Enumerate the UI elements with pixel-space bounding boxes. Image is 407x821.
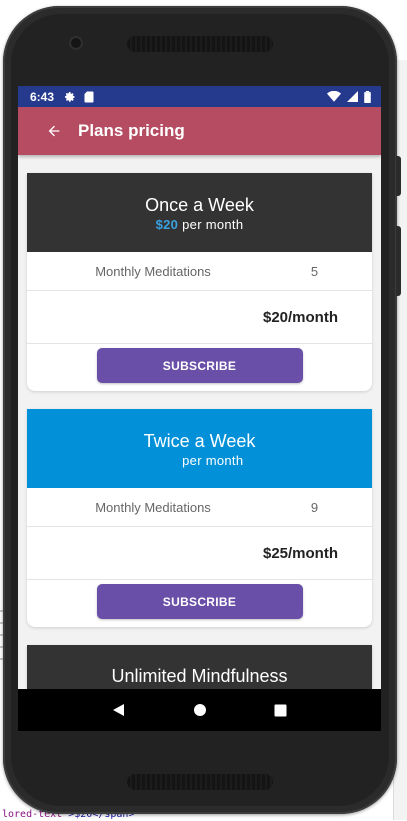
plans-list[interactable]: Once a Week $20 per month Monthly Medita… [18,155,381,689]
plan-action-row: SUBSCRIBE [27,580,372,627]
back-triangle-icon [112,704,124,716]
power-button[interactable] [396,156,401,196]
feature-value: 5 [310,263,319,279]
status-bar: 6:43 [18,86,381,107]
plan-total: $20/month [27,291,372,344]
system-nav-bar [18,689,381,731]
volume-button[interactable] [396,226,401,296]
arrow-left-icon [48,125,60,137]
plan-action-row: SUBSCRIBE [27,344,372,391]
home-circle-icon [193,704,206,716]
plan-header: Twice a Week $25 per month [27,409,372,488]
feature-value: 9 [310,499,319,515]
plan-name: Once a Week [145,194,254,215]
plan-card-twice-a-week: Twice a Week $25 per month Monthly Medit… [27,409,372,627]
bottom-speaker [127,774,273,790]
recents-square-icon [274,704,287,716]
back-button[interactable] [44,121,64,141]
page-title: Plans pricing [78,121,185,140]
signal-icon [347,91,358,102]
plan-name: Twice a Week [143,430,256,451]
plan-header: Unlimited Mindfulness [27,645,372,689]
phone-screen: 6:43 Plans pricing Once a Week $20 per m… [18,86,381,731]
nav-recents-button[interactable] [266,695,296,725]
gear-icon [65,91,75,102]
front-camera [71,38,81,48]
nav-back-button[interactable] [104,695,134,725]
subscribe-button[interactable]: SUBSCRIBE [96,348,303,383]
plan-card-once-a-week: Once a Week $20 per month Monthly Medita… [27,173,372,391]
feature-label: Monthly Meditations [95,499,211,515]
plan-price: $25 [155,452,179,468]
feature-row: Monthly Meditations 5 [27,252,372,291]
status-time: 6:43 [30,89,55,104]
nav-home-button[interactable] [185,695,215,725]
plan-card-unlimited-mindfulness: Unlimited Mindfulness [27,645,372,689]
sd-card-icon [84,91,94,102]
plan-price-line: $25 per month [156,453,244,468]
plan-price-line: $20 per month [156,217,244,232]
plan-price-suffix: per month [182,452,244,468]
plan-price: $20 [155,216,179,232]
top-speaker [127,36,273,52]
app-bar: Plans pricing [18,107,381,155]
battery-icon [364,90,371,103]
plan-total: $25/month [27,527,372,580]
plan-header: Once a Week $20 per month [27,173,372,252]
plan-price-suffix: per month [182,216,244,232]
plan-name: Unlimited Mindfulness [111,666,288,686]
wifi-icon [327,91,341,102]
subscribe-button[interactable]: SUBSCRIBE [96,584,303,619]
feature-row: Monthly Meditations 9 [27,488,372,527]
feature-label: Monthly Meditations [95,263,211,279]
